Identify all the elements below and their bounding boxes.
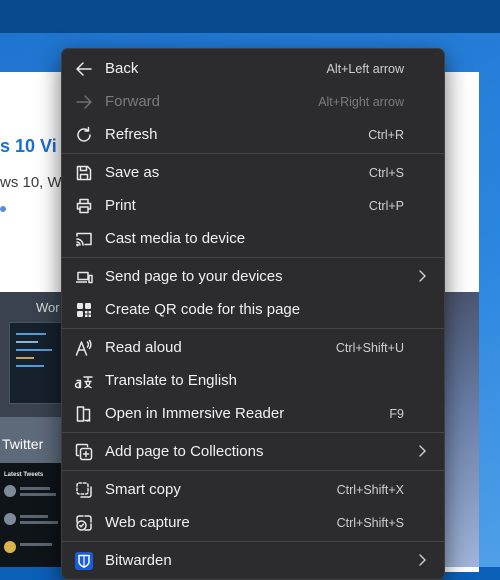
- immersive-reader-icon: [74, 404, 94, 424]
- refresh-icon: [74, 125, 94, 145]
- menu-item-label: Create QR code for this page: [105, 301, 301, 318]
- menu-item-bitwarden[interactable]: Bitwarden: [62, 544, 444, 577]
- avatar: [4, 485, 16, 497]
- devices-icon: [74, 267, 94, 287]
- menu-item-label: Add page to Collections: [105, 443, 264, 460]
- tweets-panel: Latest Tweets: [0, 463, 62, 567]
- translate-icon: [74, 371, 94, 391]
- qr-code-icon: [74, 300, 94, 320]
- menu-item-label: Print: [105, 197, 136, 214]
- menu-item-label: Forward: [105, 93, 161, 110]
- menu-item-label: Web capture: [105, 514, 190, 531]
- menu-item-send-page[interactable]: Send page to your devices: [62, 260, 444, 293]
- menu-separator: [62, 470, 444, 471]
- menu-item-label: Back: [105, 60, 139, 77]
- menu-item-shortcut: Alt+Left arrow: [326, 62, 404, 76]
- menu-item-shortcut: Ctrl+Shift+U: [335, 341, 404, 355]
- menu-item-shortcut: Alt+Right arrow: [318, 95, 404, 109]
- collections-icon: [74, 442, 94, 462]
- menu-item-label: Save as: [105, 164, 160, 181]
- menu-item-shortcut: Ctrl+Shift+X: [336, 483, 404, 497]
- menu-item-back[interactable]: Back Alt+Left arrow: [62, 52, 444, 85]
- menu-item-save-as[interactable]: Save as Ctrl+S: [62, 156, 444, 189]
- chevron-right-icon: [416, 269, 428, 283]
- avatar: [4, 541, 16, 553]
- read-aloud-icon: [74, 338, 94, 358]
- menu-item-label: Translate to English: [105, 372, 238, 389]
- menu-item-label: Refresh: [105, 126, 158, 143]
- related-strip-label: Wor: [36, 300, 60, 315]
- article-meta-dot: [0, 206, 6, 212]
- save-icon: [74, 163, 94, 183]
- menu-separator: [62, 328, 444, 329]
- menu-item-label: Bitwarden: [105, 552, 172, 569]
- back-arrow-icon: [74, 59, 94, 79]
- menu-separator: [62, 541, 444, 542]
- menu-item-cast-media[interactable]: Cast media to device: [62, 222, 444, 255]
- menu-item-shortcut: Ctrl+Shift+S: [336, 516, 404, 530]
- twitter-label: Twitter: [2, 436, 44, 452]
- menu-item-label: Send page to your devices: [105, 268, 283, 285]
- menu-item-smart-copy[interactable]: Smart copy Ctrl+Shift+X: [62, 473, 444, 506]
- chevron-right-icon: [416, 444, 428, 458]
- menu-item-shortcut: Ctrl+R: [368, 128, 404, 142]
- smart-copy-icon: [74, 480, 94, 500]
- tweets-header: Latest Tweets: [4, 472, 44, 478]
- menu-item-translate[interactable]: Translate to English: [62, 364, 444, 397]
- menu-item-forward[interactable]: Forward Alt+Right arrow: [62, 85, 444, 118]
- menu-item-label: Cast media to device: [105, 230, 246, 247]
- menu-item-label: Read aloud: [105, 339, 182, 356]
- menu-item-immersive-reader[interactable]: Open in Immersive Reader F9: [62, 397, 444, 430]
- menu-item-label: Open in Immersive Reader: [105, 405, 285, 422]
- cast-icon: [74, 229, 94, 249]
- web-capture-icon: [74, 513, 94, 533]
- menu-item-read-aloud[interactable]: Read aloud Ctrl+Shift+U: [62, 331, 444, 364]
- menu-item-shortcut: Ctrl+S: [368, 166, 404, 180]
- menu-item-add-collections[interactable]: Add page to Collections: [62, 435, 444, 468]
- menu-separator: [62, 432, 444, 433]
- menu-item-create-qr[interactable]: Create QR code for this page: [62, 293, 444, 326]
- menu-item-refresh[interactable]: Refresh Ctrl+R: [62, 118, 444, 151]
- menu-separator: [62, 257, 444, 258]
- chevron-right-icon: [416, 553, 428, 567]
- forward-arrow-icon: [74, 92, 94, 112]
- article-subtitle: ws 10, W: [0, 174, 62, 191]
- avatar: [4, 513, 16, 525]
- print-icon: [74, 196, 94, 216]
- menu-separator: [62, 153, 444, 154]
- menu-item-label: Smart copy: [105, 481, 181, 498]
- menu-item-web-capture[interactable]: Web capture Ctrl+Shift+S: [62, 506, 444, 539]
- right-side-image: [443, 292, 479, 567]
- browser-top-bar: [0, 0, 500, 33]
- context-menu: Back Alt+Left arrow Forward Alt+Right ar…: [61, 48, 445, 580]
- related-thumbnail[interactable]: [9, 322, 64, 404]
- menu-item-print[interactable]: Print Ctrl+P: [62, 189, 444, 222]
- menu-item-shortcut: F9: [389, 407, 404, 421]
- article-title[interactable]: s 10 Vi: [0, 136, 57, 157]
- bitwarden-icon: [74, 551, 94, 571]
- menu-item-shortcut: Ctrl+P: [368, 199, 404, 213]
